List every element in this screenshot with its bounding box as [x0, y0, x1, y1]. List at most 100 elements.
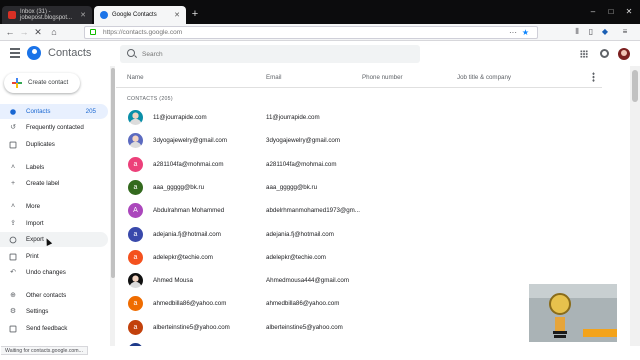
stop-loading-icon[interactable]: ✕ [32, 26, 44, 38]
contact-avatar: a [128, 156, 143, 172]
contact-email: adejania.fj@hotmail.com [266, 230, 334, 238]
page-actions-icon[interactable]: ··· [509, 27, 517, 38]
status-text: Waiting for contacts.google.com... [1, 346, 88, 355]
maximize-icon[interactable]: □ [604, 7, 618, 16]
google-apps-icon[interactable] [580, 50, 588, 58]
more-vert-icon[interactable] [592, 72, 595, 82]
search-input[interactable] [142, 48, 412, 60]
sidebar-item-label: Undo changes [26, 269, 66, 276]
contact-name: Abdulrahman Mohammed [153, 207, 225, 215]
table-row[interactable]: 3dyogajewelry@gmail.com 3dyogajewelry@gma… [116, 129, 602, 152]
sidebar: Create contact Contacts 205 ↺ Frequently… [0, 66, 116, 346]
table-row[interactable]: a adejania.fj@hotmail.com adejania.fj@hotm… [116, 223, 602, 246]
browser-tab-contacts[interactable]: Google Contacts ✕ [94, 6, 186, 24]
contact-email: 3dyogajewelry@gmail.com [266, 137, 341, 145]
url-text: https://contacts.google.com [103, 29, 183, 36]
contacts-count-badge: 205 [85, 108, 96, 115]
contact-email: 11@jourrapide.com [266, 114, 320, 121]
forward-icon[interactable]: → [18, 26, 30, 38]
contact-avatar: a [128, 249, 143, 265]
contact-avatar: a [128, 226, 143, 242]
upload-icon: ⇪ [10, 219, 16, 227]
contact-email: ahmedbilla86@yahoo.com [266, 300, 340, 308]
sidebar-item-label: Import [26, 220, 44, 227]
person-icon [10, 108, 16, 115]
library-icon[interactable]: ⫴ [572, 27, 582, 37]
sidebar-item-labels[interactable]: ˄ Labels [0, 160, 108, 175]
extension-shield-icon[interactable]: ◆ [600, 27, 610, 36]
sidebar-item-frequently-contacted[interactable]: ↺ Frequently contacted [0, 120, 108, 135]
search-icon[interactable] [127, 49, 135, 57]
back-icon[interactable]: ← [4, 26, 16, 38]
main-scrollbar[interactable] [630, 66, 640, 346]
create-contact-label: Create contact [28, 79, 69, 86]
chevron-up-icon: ˄ [10, 202, 16, 210]
contact-email: abdelrhmanmohamed1973@gm... [266, 207, 360, 215]
sidebar-item-other-contacts[interactable]: ⊕ Other contacts [0, 288, 108, 303]
close-tab-icon[interactable]: ✕ [80, 11, 86, 19]
close-tab-icon[interactable]: ✕ [174, 11, 180, 19]
sidebar-item-label: Labels [26, 164, 45, 171]
sidebar-item-create-label[interactable]: + Create label [0, 176, 108, 191]
minimize-icon[interactable]: – [586, 7, 600, 16]
close-window-icon[interactable]: ✕ [622, 7, 636, 16]
hamburger-menu-icon[interactable]: ≡ [620, 27, 630, 36]
webcam-logo-icon [583, 329, 617, 337]
column-header-phone[interactable]: Phone number [362, 74, 403, 81]
contact-name: a281104fa@mohmai.com [153, 160, 224, 168]
table-row[interactable]: a aaa_ggggg@bk.ru aaa_ggggg@bk.ru [116, 176, 602, 199]
sidebar-item-print[interactable]: Print [0, 249, 108, 264]
table-row[interactable]: a a281104fa@mohmai.com a281104fa@mohmai.co… [116, 153, 602, 176]
history-icon: ↺ [10, 123, 16, 131]
sidebar-item-import[interactable]: ⇪ Import [0, 216, 108, 231]
person-add-icon: ⊕ [10, 291, 16, 299]
home-icon[interactable]: ⌂ [48, 26, 60, 38]
app-header: Contacts [0, 42, 640, 66]
contact-name: adejania.fj@hotmail.com [153, 230, 221, 238]
sidebar-item-undo-changes[interactable]: ↶ Undo changes [0, 265, 108, 280]
bookmark-star-icon[interactable]: ★ [522, 27, 529, 38]
sidebar-item-export[interactable]: Export [0, 232, 108, 247]
sidebar-item-duplicates[interactable]: Duplicates [0, 137, 108, 152]
new-tab-icon[interactable]: + [188, 7, 202, 21]
search-box[interactable] [120, 45, 420, 63]
notifications-icon[interactable] [600, 49, 609, 58]
sidebar-item-more[interactable]: ˄ More [0, 199, 108, 214]
contact-name: Ahmed Mousa [153, 277, 193, 285]
table-row[interactable]: A Abdulrahman Mohammed abdelrhmanmohamed19… [116, 199, 602, 222]
contact-avatar [128, 110, 143, 125]
browser-tab-inbox[interactable]: Inbox (31) - jobepost.blogspot... ✕ [2, 6, 92, 24]
print-icon [9, 253, 17, 260]
sidebar-item-label: Send feedback [26, 325, 68, 332]
contact-name: adelepkr@techie.com [153, 253, 213, 261]
contact-email: a281104fa@mohmai.com [266, 160, 337, 168]
create-contact-button[interactable]: Create contact [4, 73, 80, 93]
main-menu-icon[interactable] [10, 48, 20, 58]
plus-icon: + [10, 179, 16, 187]
cloud-download-icon [9, 236, 17, 243]
sidebar-item-label: Duplicates [26, 141, 55, 148]
column-header-email[interactable]: Email [266, 74, 281, 81]
sidebar-item-label: Contacts [26, 108, 51, 115]
table-row[interactable]: 11@jourrapide.com 11@jourrapide.com [116, 106, 602, 129]
plus-icon [12, 78, 22, 88]
account-avatar[interactable] [618, 48, 630, 60]
contact-avatar: a [128, 179, 143, 195]
sidebar-item-contacts[interactable]: Contacts 205 [0, 104, 108, 119]
contact-name: 3dyogajewelry@gmail.com [153, 137, 228, 145]
lock-icon [90, 29, 96, 35]
tab-title: Google Contacts [112, 12, 157, 18]
column-header-name[interactable]: Name [127, 74, 144, 81]
sidebar-item-label: More [26, 203, 41, 210]
column-header-job[interactable]: Job title & company [457, 74, 511, 81]
table-row[interactable]: a adelepkr@techie.com adelepkr@techie.com [116, 246, 602, 269]
sidebar-item-settings[interactable]: ⚙ Settings [0, 304, 108, 319]
chevron-up-icon: ˄ [10, 163, 16, 171]
sidebar-toggle-icon[interactable]: ▯ [586, 27, 596, 36]
url-bar[interactable]: https://contacts.google.com ··· ★ [84, 26, 538, 39]
sidebar-item-label: Settings [26, 308, 49, 315]
sidebar-item-send-feedback[interactable]: Send feedback [0, 321, 108, 336]
contact-avatar [128, 133, 143, 149]
sidebar-scrollbar[interactable] [110, 66, 115, 346]
contacts-favicon-icon [100, 11, 108, 19]
